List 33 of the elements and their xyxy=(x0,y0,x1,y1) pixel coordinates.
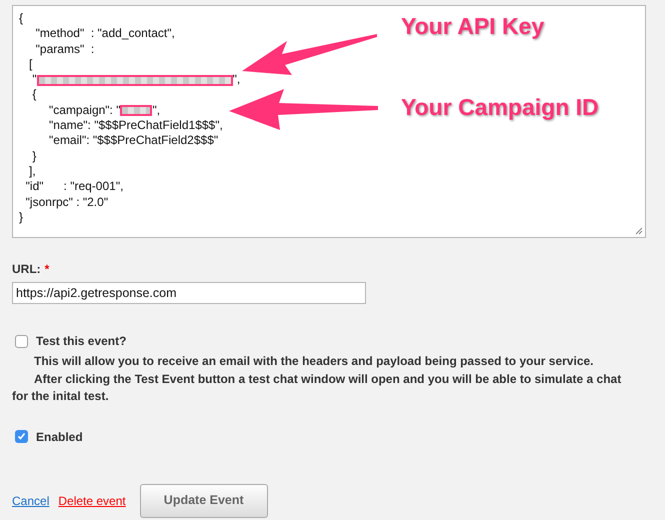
checkbox-label: Enabled xyxy=(36,428,83,446)
annotation-label: Your Campaign ID xyxy=(401,93,599,122)
code-line: "campaign": " ", xyxy=(48,102,160,118)
description-text: This will allow you to receive an email with the headers and payload being passed to your service. xyxy=(33,353,594,370)
code-line: { xyxy=(31,87,36,103)
code-line: " ", xyxy=(31,72,240,88)
checkbox[interactable] xyxy=(15,334,28,348)
checkbox-label: Test this event? xyxy=(36,333,126,350)
code-line: "email": "$$$PreChatField2$$$" xyxy=(48,133,218,149)
code-line: } xyxy=(19,210,24,226)
required-mark: * xyxy=(44,261,50,278)
checkbox[interactable] xyxy=(15,430,28,443)
code-line: "method" : "add_contact", xyxy=(34,26,175,42)
delete-link[interactable]: Delete event xyxy=(58,492,126,510)
code-line: { xyxy=(19,11,24,26)
payload-textarea[interactable]: { "method" : "add_contact", "params" : [ " ", { "campaign": " ", "name": "$$$PreChatField1$$$", "email": "$$$PreChatField2$$$" } ], "id" : "req-001", "jsonrpc" : "2.0" } Your API Key Your Campaign ID xyxy=(12,5,646,238)
code-line: "jsonrpc" : "2.0" xyxy=(24,194,108,210)
url-field[interactable]: https://api2.getresponse.com xyxy=(12,282,366,304)
redacted-block xyxy=(120,105,152,116)
arrow-icon xyxy=(229,89,379,131)
code-line: "name": "$$$PreChatField1$$$", xyxy=(48,118,223,134)
description-text: After clicking the Test Event button a test chat window will open and you will be able to simulate a chat for the inital test. xyxy=(12,370,622,405)
field-label: URL: xyxy=(12,261,41,278)
annotation-label: Your API Key xyxy=(401,12,544,41)
code-line: ], xyxy=(28,164,36,180)
code-line: "params" : xyxy=(34,42,94,57)
resize-handle-icon[interactable] xyxy=(635,227,643,235)
code-line: } xyxy=(31,148,36,164)
code-line: "id" : "req-001", xyxy=(24,179,124,195)
cancel-link[interactable]: Cancel xyxy=(12,492,50,510)
code-line: [ xyxy=(28,56,32,72)
update-button[interactable]: Update Event xyxy=(140,484,268,518)
checkmark-icon xyxy=(17,432,26,441)
